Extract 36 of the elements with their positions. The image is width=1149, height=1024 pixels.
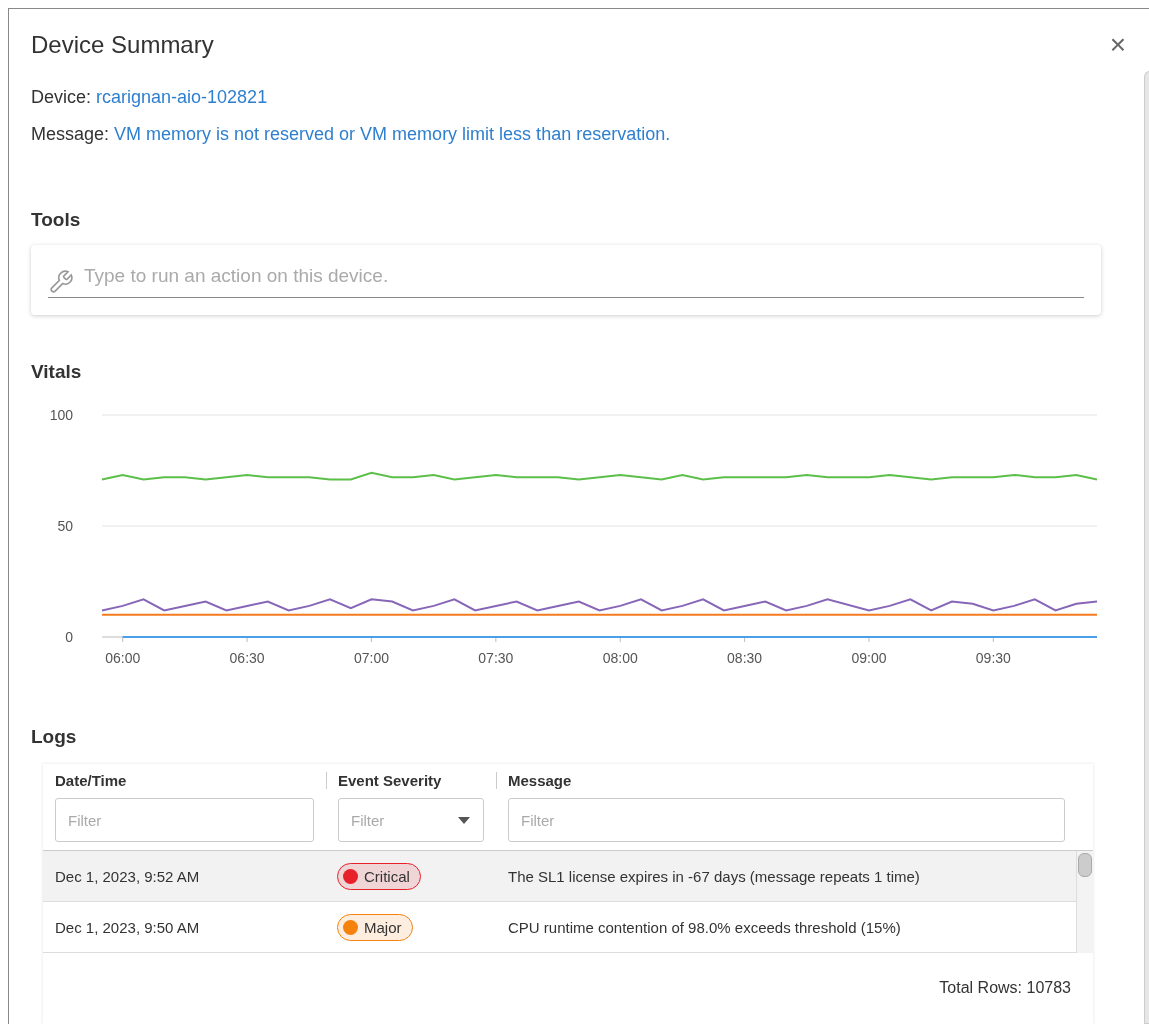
field-label: Device:	[31, 87, 92, 107]
filter-field[interactable]: Filter	[508, 798, 1065, 842]
column-header[interactable]: Message	[496, 772, 1081, 789]
y-tick-label: 100	[49, 407, 73, 423]
date-cell-text: Dec 1, 2023, 9:50 AM	[54, 918, 201, 936]
x-tick-label: 07:00	[353, 650, 389, 666]
filter-dropdown[interactable]: Filter	[338, 798, 484, 842]
section-heading: Vitals	[31, 361, 83, 383]
field-link[interactable]: rcarignan-aio-102821	[96, 87, 268, 107]
x-tick-label: 06:00	[105, 650, 141, 666]
y-tick-label: 50	[57, 518, 73, 534]
log-row[interactable]: Dec 1, 2023, 9:50 AM Major CPU runtime contention of 98.0% exceeds threshold (15%)	[43, 902, 1076, 953]
field-link[interactable]: VM memory is not reserved or VM memory limit less than reservation.	[114, 124, 671, 144]
x-tick-label: 06:30	[229, 650, 265, 666]
date-cell-text: Dec 1, 2023, 9:52 AM	[54, 867, 201, 885]
total-rows: Total Rows: 10783	[939, 979, 1071, 997]
message-cell-text: CPU runtime contention of 98.0% exceeds threshold (15%)	[507, 918, 902, 936]
column-header[interactable]: Event Severity	[326, 772, 484, 789]
y-tick-label: 0	[65, 629, 73, 645]
log-row[interactable]: Dec 1, 2023, 9:52 AM Critical The SL1 license expires in -67 days (message repeats 1 time)	[43, 851, 1076, 902]
field-label: Message:	[31, 124, 110, 144]
dialog-title: Device Summary	[31, 31, 214, 59]
x-tick-label: 09:30	[975, 650, 1011, 666]
severity-badge: Major	[337, 913, 413, 941]
x-tick-label: 07:30	[478, 650, 514, 666]
x-tick-label: 08:30	[727, 650, 763, 666]
section-heading: Logs	[31, 726, 78, 748]
severity-badge: Critical	[337, 862, 421, 890]
filter-field[interactable]: Filter	[55, 798, 314, 842]
column-header[interactable]: Date/Time	[55, 772, 314, 789]
close-button[interactable]: ×	[1109, 31, 1126, 59]
action-input-field[interactable]: Type to run an action on this device.	[48, 265, 1084, 298]
x-tick-label: 09:00	[851, 650, 887, 666]
x-tick-label: 08:00	[602, 650, 638, 666]
message-cell-text: The SL1 license expires in -67 days (message repeats 1 time)	[507, 867, 921, 885]
section-heading: Tools	[31, 209, 82, 231]
